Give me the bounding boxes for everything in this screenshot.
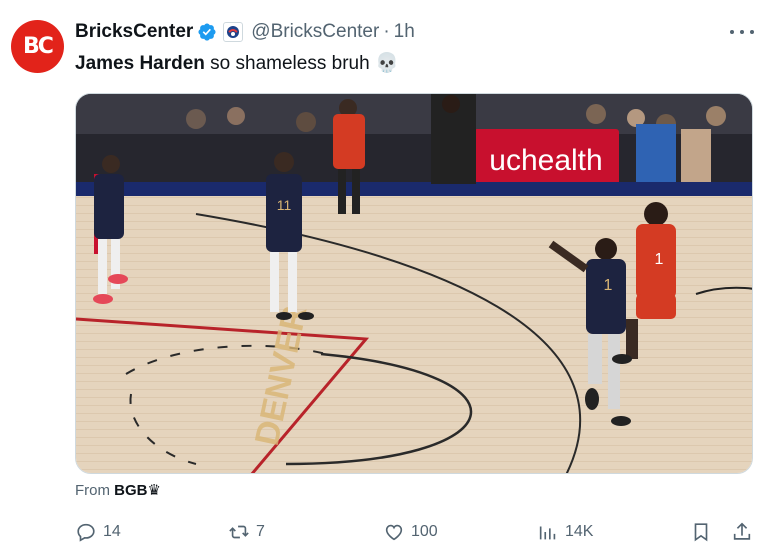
like-count: 100 (411, 523, 438, 540)
share-icon (733, 522, 751, 540)
verified-icon (198, 23, 216, 41)
reply-count: 14 (103, 523, 121, 540)
more-icon[interactable] (730, 22, 754, 42)
skull-emoji: 💀 (374, 53, 399, 74)
repost-button[interactable]: 7 (228, 518, 265, 546)
bookmark-button[interactable] (690, 518, 712, 546)
like-icon (385, 524, 403, 541)
separator-dot: · (383, 21, 390, 42)
views-button[interactable]: 14K (537, 518, 593, 546)
video-frame: uchealth DENVER 11 1 1 (76, 94, 752, 473)
avatar[interactable]: BC (11, 20, 64, 73)
display-name[interactable]: BricksCenter (75, 21, 193, 43)
bookmark-icon (694, 523, 708, 542)
timestamp[interactable]: 1h (394, 21, 415, 43)
views-icon (539, 526, 556, 540)
affiliate-badge-icon[interactable] (223, 22, 244, 42)
jersey-number-back: 11 (277, 197, 292, 213)
attribution-source[interactable]: BGB♛ (114, 482, 161, 499)
like-button[interactable]: 100 (383, 518, 438, 546)
tweet-text: James Harden so shameless bruh 💀 (75, 52, 399, 76)
media-attribution: From BGB♛ (75, 481, 161, 499)
handle[interactable]: @BricksCenter (251, 21, 379, 43)
tweet-video[interactable]: uchealth DENVER 11 1 1 (75, 93, 753, 474)
jersey-number-blue: 1 (604, 277, 613, 294)
reply-icon (77, 523, 95, 542)
view-count: 14K (565, 523, 594, 540)
repost-icon (229, 525, 249, 539)
attribution-prefix: From (75, 482, 110, 499)
arena-sign-text: uchealth (489, 144, 602, 177)
tweet-body-text: so shameless bruh (204, 53, 375, 74)
tweet-mention-text: James Harden (75, 53, 205, 74)
tweet-header: BricksCenter @BricksCenter · 1h (75, 20, 415, 44)
repost-count: 7 (256, 523, 265, 540)
share-button[interactable] (731, 518, 753, 546)
avatar-logo-text: BC (23, 34, 54, 59)
jersey-number-red: 1 (655, 251, 664, 268)
reply-button[interactable]: 14 (75, 518, 121, 546)
